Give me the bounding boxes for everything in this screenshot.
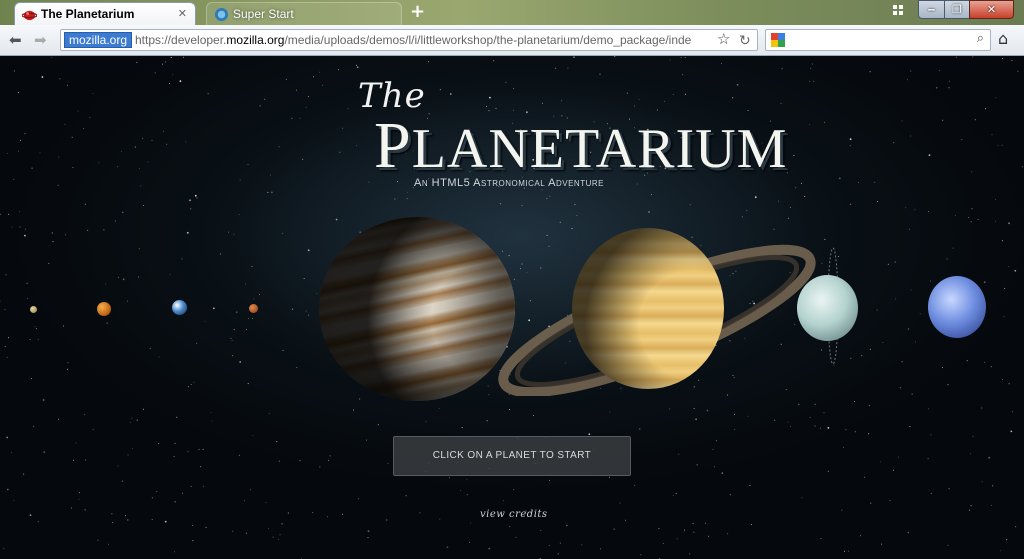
tab-list-icon[interactable] bbox=[892, 4, 908, 18]
super-start-favicon-icon bbox=[214, 7, 229, 22]
url-prefix: https://developer. bbox=[135, 33, 227, 47]
mercury-planet[interactable] bbox=[30, 306, 37, 313]
title-rest: LANETARIUM bbox=[411, 118, 788, 180]
url-text[interactable]: https://developer.mozilla.org/media/uplo… bbox=[135, 30, 715, 50]
url-path: /media/uploads/demos/l/i/littleworkshop/… bbox=[284, 33, 692, 47]
tab-the-planetarium[interactable]: The Planetarium ✕ bbox=[14, 2, 196, 25]
minimize-icon: ‒ bbox=[927, 3, 936, 16]
reload-icon[interactable]: ↻ bbox=[739, 30, 751, 50]
tab-close-icon[interactable]: ✕ bbox=[178, 3, 187, 25]
grid-icon bbox=[893, 5, 903, 15]
forward-arrow-icon[interactable]: ➡ bbox=[34, 31, 47, 49]
jupiter-planet[interactable] bbox=[319, 217, 515, 401]
back-arrow-icon[interactable]: ⬅ bbox=[9, 31, 22, 49]
planetarium-page: The PLANETARIUM An HTML5 Astronomical Ad… bbox=[0, 56, 1024, 559]
planetarium-favicon-icon bbox=[22, 10, 37, 21]
domain-badge: mozilla.org bbox=[64, 32, 133, 48]
title-first-letter: P bbox=[374, 109, 412, 182]
earth-planet[interactable] bbox=[172, 300, 187, 315]
maximize-button[interactable]: ❐ bbox=[944, 0, 970, 19]
tab-super-start[interactable]: Super Start bbox=[206, 2, 402, 25]
magnifier-search-icon[interactable]: ⌕ bbox=[977, 31, 984, 46]
neptune-planet[interactable] bbox=[928, 276, 986, 338]
url-host: mozilla.org bbox=[226, 33, 285, 47]
uranus-planet[interactable] bbox=[797, 275, 858, 341]
venus-planet[interactable] bbox=[97, 302, 111, 316]
page-subtitle: An HTML5 Astronomical Adventure bbox=[414, 177, 604, 189]
view-credits-link[interactable]: view credits bbox=[480, 509, 548, 520]
home-icon[interactable]: ⌂ bbox=[998, 29, 1008, 48]
bookmark-star-icon[interactable]: ☆ bbox=[717, 30, 730, 50]
search-input[interactable]: ⌕ bbox=[765, 29, 991, 51]
minimize-button[interactable]: ‒ bbox=[918, 0, 945, 19]
mars-planet[interactable] bbox=[249, 304, 258, 313]
navigation-toolbar: ⬅ ➡ mozilla.org https://developer.mozill… bbox=[0, 25, 1024, 56]
address-bar[interactable]: mozilla.org https://developer.mozilla.or… bbox=[60, 29, 758, 51]
page-title: PLANETARIUM bbox=[374, 113, 788, 180]
tab-title: Super Start bbox=[233, 7, 294, 21]
saturn-planet[interactable] bbox=[572, 228, 724, 389]
restore-icon: ❐ bbox=[952, 3, 962, 16]
close-window-button[interactable]: ✕ bbox=[969, 0, 1014, 19]
close-icon: ✕ bbox=[986, 3, 997, 16]
new-tab-icon[interactable]: + bbox=[410, 2, 425, 22]
tab-title: The Planetarium bbox=[41, 7, 135, 21]
start-instruction-button[interactable]: Click on a planet to start bbox=[393, 436, 631, 476]
google-search-engine-icon[interactable] bbox=[771, 33, 785, 47]
window-titlebar: The Planetarium ✕ Super Start + ‒ ❐ ✕ bbox=[0, 0, 1024, 25]
